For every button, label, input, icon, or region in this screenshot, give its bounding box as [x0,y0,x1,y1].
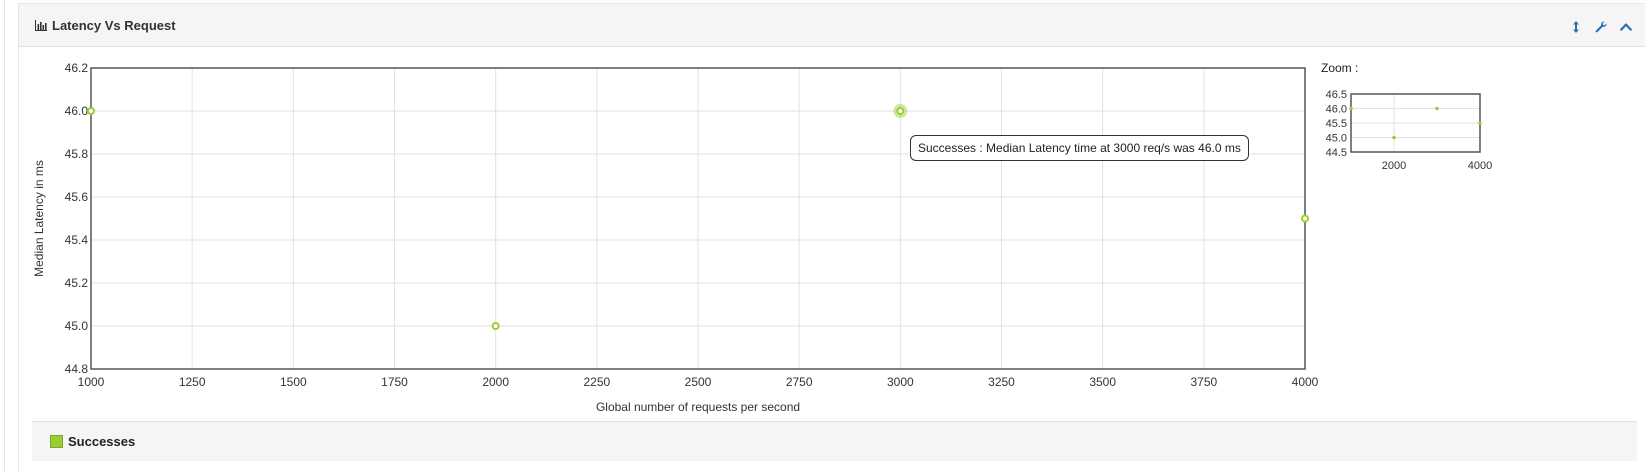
zoom-y-tick-label: 44.5 [1326,147,1347,159]
zoom-x-tick-label: 2000 [1382,160,1406,172]
zoom-y-tick-label: 45.0 [1326,133,1347,145]
zoom-y-tick-label: 46.0 [1326,104,1347,116]
zoom-y-tick-label: 46.5 [1326,89,1347,101]
zoom-data-point [1349,106,1353,111]
legend-item-successes[interactable]: Successes [50,434,135,449]
zoom-data-point [1392,135,1396,140]
legend-label: Successes [68,434,136,449]
zoom-x-tick-label: 4000 [1468,160,1492,172]
zoom-data-point [1478,121,1482,125]
legend-swatch [50,435,63,448]
zoom-data-point [1435,106,1439,111]
legend-bar: Successes [32,421,1637,461]
zoom-y-tick-label: 45.5 [1326,118,1347,130]
zoom-overview-chart[interactable]: 46.5 46.0 45.5 45.0 44.5 2000 4000 [0,0,1645,420]
